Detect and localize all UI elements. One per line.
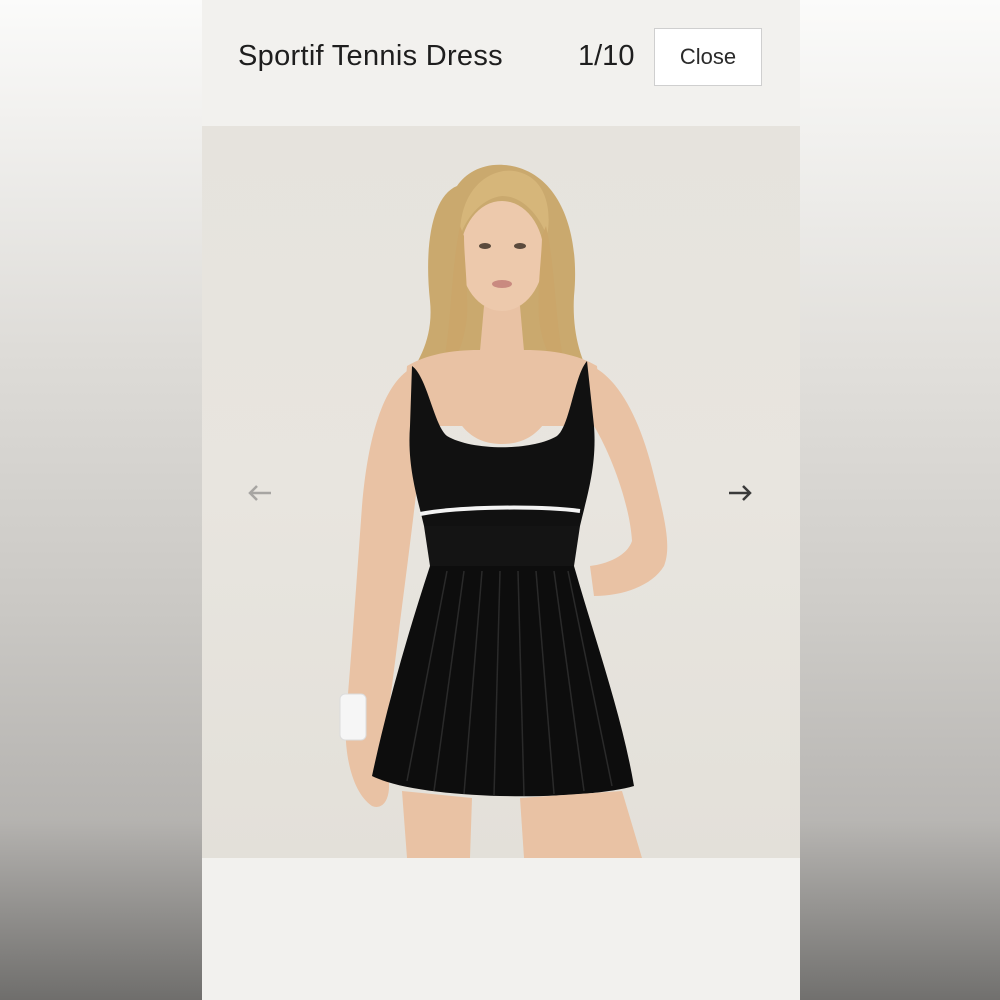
previous-image-button[interactable] bbox=[240, 475, 280, 511]
close-button[interactable]: Close bbox=[654, 28, 762, 86]
next-image-button[interactable] bbox=[720, 475, 760, 511]
arrow-right-icon bbox=[729, 485, 752, 501]
viewer-header: Sportif Tennis Dress 1/10 Close bbox=[202, 0, 800, 126]
blurred-background-left bbox=[0, 0, 202, 1000]
product-title: Sportif Tennis Dress bbox=[238, 40, 503, 72]
viewer-footer bbox=[202, 858, 800, 1000]
image-viewer-modal: Sportif Tennis Dress 1/10 Close bbox=[202, 0, 800, 1000]
arrow-left-icon bbox=[248, 485, 271, 501]
image-counter: 1/10 bbox=[578, 40, 635, 72]
product-photo bbox=[202, 126, 800, 858]
blurred-background-right bbox=[800, 0, 1000, 1000]
model-illustration bbox=[339, 164, 668, 858]
